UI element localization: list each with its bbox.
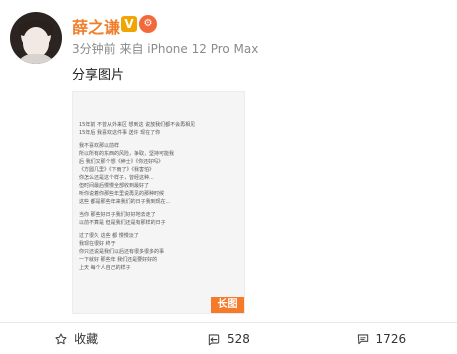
image-text-line: 我现在很好 终于: [79, 241, 116, 247]
avatar[interactable]: [10, 12, 62, 64]
image-text-line: 15年前 不曾从外来区 想到这 说放我们都不会再相见: [79, 122, 196, 128]
comment-count: 1726: [375, 331, 407, 346]
repost-button[interactable]: 528: [152, 323, 304, 354]
verified-badge: V: [121, 16, 137, 32]
image-text-line: 《方圆几里》《下雨了》《我害怕》: [79, 167, 155, 173]
comment-icon: [357, 333, 368, 344]
username[interactable]: 薛之谦: [72, 14, 120, 38]
image-text-line: 一下就好 那些年 我们还是要好好的: [79, 257, 158, 263]
repost-count: 528: [227, 331, 250, 346]
image-text-line: 你怎么还是这个样子，曾经这种...: [79, 175, 154, 181]
image-text-line: 我不喜欢那以前样: [79, 143, 120, 149]
image-text-line: 这些 都是那些年来我们的日子我到现在...: [79, 199, 171, 205]
star-icon: [55, 333, 67, 344]
image-text-line: 以前不算是 但是我们还是有那样的日子: [79, 220, 166, 226]
repost-icon: [208, 333, 220, 345]
image-text-line: 但时间最后慢慢全部收到最好了: [79, 183, 150, 189]
level-badge-icon: ⚙: [139, 15, 157, 33]
image-text-line: 听你说着你那些年里说再见的那种时候: [79, 191, 165, 197]
post-meta: 3分钟前 来自 iPhone 12 Pro Max: [72, 40, 258, 57]
favorite-label: 收藏: [74, 332, 99, 346]
image-text-line: 15年后 我喜欢这件事 送许 现在了你: [79, 130, 161, 136]
post-text: 分享图片: [72, 68, 125, 83]
image-text-line: 所以所有的东西的风险，争取，坚持可能我: [79, 151, 175, 157]
image-text-line: 后 我们又那个想《绅士》《你还好吗》: [79, 159, 164, 165]
post-time: 3分钟前: [72, 42, 116, 56]
post-source: 来自 iPhone 12 Pro Max: [119, 42, 259, 56]
image-text-line: 当你 那些好日子我们好好地去走了: [79, 212, 156, 218]
image-text-line: 上天 每个人自己的样子: [79, 265, 131, 271]
long-image-tag: 长图: [211, 297, 244, 313]
post-image-card[interactable]: 上天 每个人自己的样子 一下就好 那些年 我们还是要好好的 你只还说是我们以后还有很…: [72, 91, 245, 314]
comment-button[interactable]: 1726: [305, 323, 457, 354]
image-text-line: 过了很久 这些 都 慢慢淡了: [79, 233, 139, 239]
image-text-line: 你只还说是我们以后还有很多很多的事: [79, 249, 165, 255]
favorite-button[interactable]: 收藏: [0, 323, 152, 354]
avatar-face: [23, 27, 49, 57]
avatar-body: [16, 54, 56, 64]
post-actions: 收藏 528 1726: [0, 323, 457, 354]
